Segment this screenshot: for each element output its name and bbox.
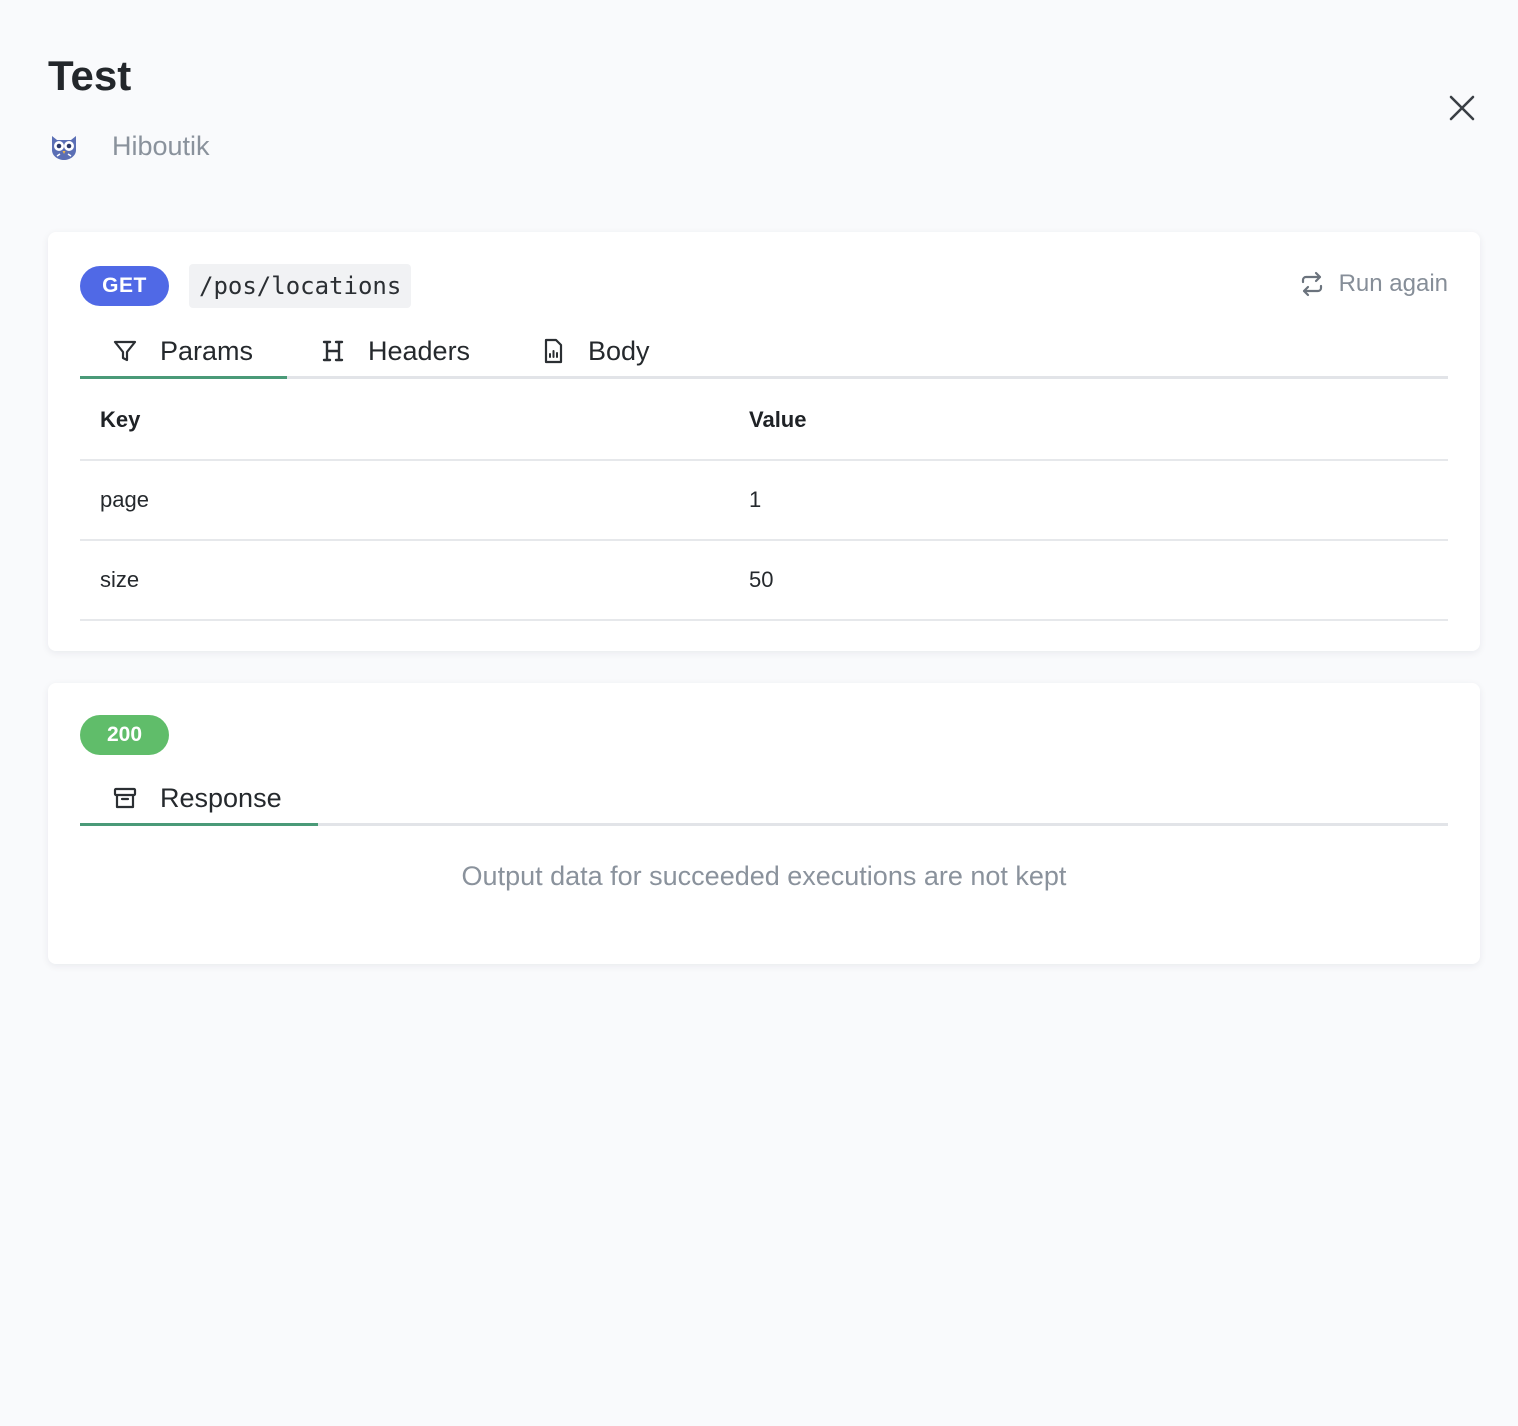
column-header-value: Value — [729, 381, 1448, 461]
archive-icon — [112, 785, 138, 811]
heading-icon — [320, 338, 346, 364]
filter-icon — [112, 338, 138, 364]
table-row: size 50 — [80, 540, 1448, 621]
response-card: 200 Response Output data for succeeded e… — [48, 683, 1480, 964]
tab-headers[interactable]: Headers — [320, 326, 470, 376]
file-chart-icon — [540, 338, 566, 364]
tab-response[interactable]: Response — [112, 773, 282, 823]
request-tabs: Params Headers Body — [80, 326, 1448, 379]
run-again-button[interactable]: Run again — [1299, 270, 1448, 298]
tab-params[interactable]: Params — [112, 326, 253, 376]
request-card: GET /pos/locations Run again Params Head… — [48, 232, 1480, 651]
run-again-label: Run again — [1338, 270, 1448, 297]
tab-body[interactable]: Body — [540, 326, 650, 376]
close-icon[interactable] — [1444, 90, 1480, 126]
tab-label: Headers — [368, 335, 471, 366]
owl-icon — [52, 136, 76, 160]
param-key: size — [80, 540, 729, 621]
tab-label: Response — [160, 782, 282, 813]
tab-label: Body — [588, 335, 650, 366]
tab-label: Params — [160, 335, 254, 366]
repeat-icon — [1301, 271, 1322, 297]
table-header-row: Key Value — [80, 381, 1448, 461]
params-table: Key Value page 1 size 50 — [80, 381, 1448, 621]
endpoint-path: /pos/locations — [189, 264, 412, 308]
method-badge: GET — [80, 266, 169, 306]
modal-header: Test Hiboutik — [48, 52, 210, 162]
param-key: page — [80, 460, 729, 541]
param-value: 1 — [729, 460, 1448, 541]
column-header-key: Key — [80, 381, 729, 461]
response-tabs: Response — [80, 773, 1448, 826]
active-tab-indicator — [80, 376, 287, 379]
param-value: 50 — [729, 540, 1448, 621]
page-title: Test — [48, 52, 132, 99]
empty-output-message: Output data for succeeded executions are… — [461, 861, 1067, 891]
active-tab-indicator — [80, 823, 318, 826]
status-badge: 200 — [80, 715, 169, 755]
connector-name: Hiboutik — [112, 130, 210, 161]
table-row: page 1 — [80, 460, 1448, 541]
request-line: GET /pos/locations — [80, 264, 412, 308]
connector-info: Hiboutik — [48, 130, 210, 162]
